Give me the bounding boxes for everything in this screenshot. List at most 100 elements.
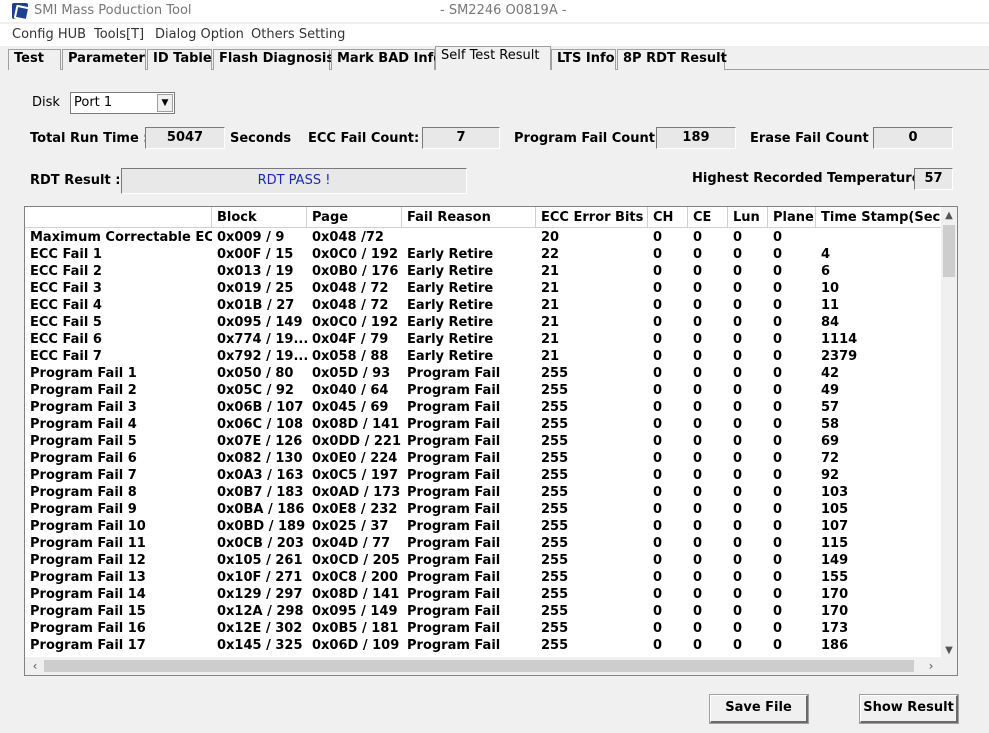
column-header-plane[interactable]: Plane	[768, 207, 816, 228]
menu-config-hub[interactable]: Config HUB	[12, 27, 86, 42]
cell-ce: 0	[693, 502, 703, 517]
column-header-name[interactable]	[25, 207, 212, 228]
table-row[interactable]: ECC Fail 7 0x792 / 19... 0x058 / 88 Early R…	[25, 348, 943, 365]
cell-name: ECC Fail 4	[30, 298, 102, 313]
cell-page: 0x095 / 149	[312, 604, 398, 619]
tab-parameter[interactable]: Parameter	[62, 49, 146, 70]
menu-others-setting[interactable]: Others Setting	[251, 27, 345, 42]
tab-self-test-result[interactable]: Self Test Result	[435, 46, 551, 70]
table-row[interactable]: ECC Fail 4 0x01B / 27 0x048 / 72 Early Reti…	[25, 297, 943, 314]
highest-temp-label: Highest Recorded Temperature :	[692, 171, 931, 186]
cell-ch: 0	[653, 298, 663, 313]
tab-id-table[interactable]: ID Table	[147, 49, 212, 70]
seconds-label: Seconds	[230, 131, 292, 146]
scroll-left-icon[interactable]: ‹	[27, 657, 43, 675]
cell-block: 0x0A3 / 163	[217, 468, 304, 483]
table-row[interactable]: Maximum Correctable ECC 0x009 / 9 0x048 /7…	[25, 229, 943, 246]
scroll-up-icon[interactable]: ▲	[941, 208, 957, 224]
cell-page: 0x058 / 88	[312, 349, 389, 364]
cell-ecc-error-bits: 21	[541, 298, 560, 313]
column-header-fail-reason[interactable]: Fail Reason	[402, 207, 536, 228]
horizontal-scroll-thumb[interactable]	[44, 660, 914, 672]
chevron-down-icon[interactable]: ▼	[157, 94, 173, 112]
table-row[interactable]: Program Fail 1 0x050 / 80 0x05D / 93 Progra…	[25, 365, 943, 382]
cell-fail-reason: Program Fail	[407, 434, 501, 449]
menu-dialog-option[interactable]: Dialog Option	[155, 27, 244, 42]
horizontal-scrollbar[interactable]: ‹ ›	[25, 657, 957, 675]
cell-plane: 0	[773, 366, 783, 381]
table-row[interactable]: Program Fail 14 0x129 / 297 0x08D / 141 Pro…	[25, 586, 943, 603]
cell-ce: 0	[693, 247, 703, 262]
cell-fail-reason: Early Retire	[407, 349, 494, 364]
tab-8p-rdt-result[interactable]: 8P RDT Result	[617, 49, 727, 70]
table-row[interactable]: Program Fail 16 0x12E / 302 0x0B5 / 181 Pro…	[25, 620, 943, 637]
cell-block: 0x07E / 126	[217, 434, 303, 449]
table-row[interactable]: ECC Fail 5 0x095 / 149 0x0C0 / 192 Early Re…	[25, 314, 943, 331]
cell-ecc-error-bits: 255	[541, 400, 569, 415]
cell-lun: 0	[733, 434, 743, 449]
column-header-ecc-error-bits[interactable]: ECC Error Bits	[536, 207, 648, 228]
show-result-button[interactable]: Show Result	[859, 694, 959, 724]
cell-fail-reason: Early Retire	[407, 247, 494, 262]
cell-block: 0x12A / 298	[217, 604, 304, 619]
cell-ce: 0	[693, 587, 703, 602]
column-header-lun[interactable]: Lun	[728, 207, 768, 228]
table-row[interactable]: Program Fail 17 0x145 / 325 0x06D / 109 Pro…	[25, 637, 943, 654]
table-row[interactable]: ECC Fail 3 0x019 / 25 0x048 / 72 Early Reti…	[25, 280, 943, 297]
table-row[interactable]: Program Fail 12 0x105 / 261 0x0CD / 205 Pro…	[25, 552, 943, 569]
cell-plane: 0	[773, 298, 783, 313]
cell-name: ECC Fail 7	[30, 349, 102, 364]
column-header-page[interactable]: Page	[307, 207, 402, 228]
disk-select[interactable]: Port 1 ▼	[70, 92, 175, 114]
vertical-scrollbar[interactable]: ▲ ▼	[941, 207, 957, 659]
table-row[interactable]: Program Fail 11 0x0CB / 203 0x04D / 77 Prog…	[25, 535, 943, 552]
cell-fail-reason: Early Retire	[407, 264, 494, 279]
cell-ch: 0	[653, 383, 663, 398]
results-table[interactable]: Block Page Fail Reason ECC Error Bits CH…	[24, 206, 958, 676]
table-row[interactable]: ECC Fail 2 0x013 / 19 0x0B0 / 176 Early Ret…	[25, 263, 943, 280]
table-row[interactable]: Program Fail 15 0x12A / 298 0x095 / 149 Pro…	[25, 603, 943, 620]
cell-ecc-error-bits: 255	[541, 519, 569, 534]
tab-test[interactable]: Test	[8, 49, 61, 70]
table-row[interactable]: ECC Fail 6 0x774 / 19... 0x04F / 79 Early R…	[25, 331, 943, 348]
table-row[interactable]: Program Fail 6 0x082 / 130 0x0E0 / 224 Prog…	[25, 450, 943, 467]
tab-lts-info[interactable]: LTS Info	[551, 49, 616, 70]
table-row[interactable]: Program Fail 10 0x0BD / 189 0x025 / 37 Prog…	[25, 518, 943, 535]
cell-block: 0x082 / 130	[217, 451, 303, 466]
column-header-block[interactable]: Block	[212, 207, 307, 228]
tab-mark-bad-info[interactable]: Mark BAD Info	[331, 49, 442, 70]
table-row[interactable]: Program Fail 3 0x06B / 107 0x045 / 69 Progr…	[25, 399, 943, 416]
cell-plane: 0	[773, 502, 783, 517]
cell-ecc-error-bits: 255	[541, 621, 569, 636]
table-row[interactable]: Program Fail 9 0x0BA / 186 0x0E8 / 232 Prog…	[25, 501, 943, 518]
cell-ce: 0	[693, 604, 703, 619]
cell-lun: 0	[733, 281, 743, 296]
tab-flash-diagnosis[interactable]: Flash Diagnosis	[213, 49, 334, 70]
cell-page: 0x048 / 72	[312, 298, 389, 313]
column-header-ce[interactable]: CE	[688, 207, 728, 228]
cell-lun: 0	[733, 400, 743, 415]
vertical-scroll-thumb[interactable]	[943, 225, 955, 277]
table-row[interactable]: Program Fail 4 0x06C / 108 0x08D / 141 Prog…	[25, 416, 943, 433]
cell-ch: 0	[653, 621, 663, 636]
cell-lun: 0	[733, 247, 743, 262]
column-header-time-stamp[interactable]: Time Stamp(Secs)	[816, 207, 943, 228]
table-row[interactable]: Program Fail 7 0x0A3 / 163 0x0C5 / 197 Prog…	[25, 467, 943, 484]
table-body: Maximum Correctable ECC 0x009 / 9 0x048 /7…	[25, 229, 943, 657]
table-row[interactable]: Program Fail 13 0x10F / 271 0x0C8 / 200 Pro…	[25, 569, 943, 586]
save-file-button[interactable]: Save File	[709, 694, 809, 724]
cell-page: 0x025 / 37	[312, 519, 389, 534]
cell-ch: 0	[653, 264, 663, 279]
table-row[interactable]: ECC Fail 1 0x00F / 15 0x0C0 / 192 Early Ret…	[25, 246, 943, 263]
cell-plane: 0	[773, 400, 783, 415]
table-row[interactable]: Program Fail 8 0x0B7 / 183 0x0AD / 173 Prog…	[25, 484, 943, 501]
cell-ecc-error-bits: 255	[541, 604, 569, 619]
table-row[interactable]: Program Fail 2 0x05C / 92 0x040 / 64 Progra…	[25, 382, 943, 399]
cell-page: 0x08D / 141	[312, 587, 400, 602]
cell-ch: 0	[653, 247, 663, 262]
menu-tools[interactable]: Tools[T]	[94, 27, 144, 42]
scroll-right-icon[interactable]: ›	[923, 657, 939, 675]
cell-plane: 0	[773, 230, 783, 245]
table-row[interactable]: Program Fail 5 0x07E / 126 0x0DD / 221 Prog…	[25, 433, 943, 450]
column-header-ch[interactable]: CH	[648, 207, 688, 228]
